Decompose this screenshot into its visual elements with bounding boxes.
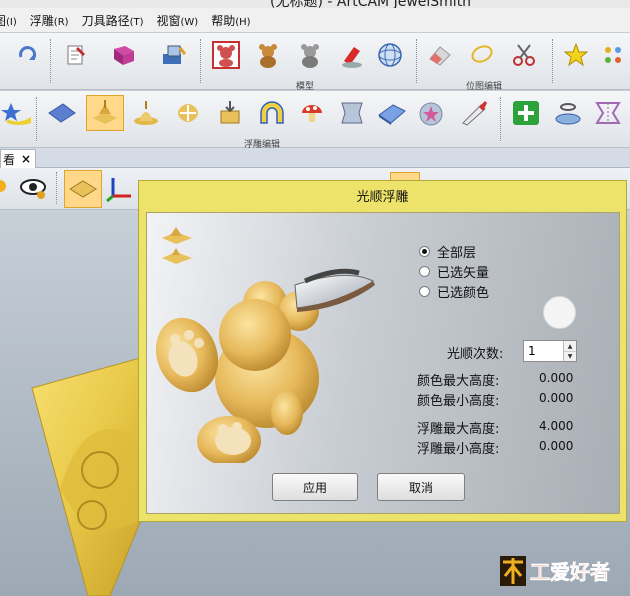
star-icon[interactable] bbox=[0, 97, 32, 129]
relief-min-height-label: 浮雕最小高度: bbox=[417, 442, 500, 457]
color-min-height-label: 颜色最小高度: bbox=[417, 394, 500, 409]
svg-text:工爱好者: 工爱好者 bbox=[530, 560, 610, 584]
option-selected-colors[interactable]: 已选颜色 bbox=[419, 282, 489, 301]
bear-gray-icon[interactable] bbox=[294, 39, 326, 71]
relief-spray-icon[interactable] bbox=[130, 97, 162, 129]
smooth-relief-icon bbox=[162, 227, 192, 264]
eraser-icon[interactable] bbox=[424, 39, 456, 71]
book-icon[interactable] bbox=[108, 39, 140, 71]
dialog-title: 光顺浮雕 bbox=[356, 189, 409, 205]
tab-label: 看 bbox=[3, 152, 16, 167]
option-selected-vectors-label: 已选矢量 bbox=[437, 266, 490, 281]
axis-icon[interactable] bbox=[104, 172, 136, 204]
relief-frame-icon[interactable] bbox=[336, 97, 368, 129]
relief-max-height-label: 浮雕最大高度: bbox=[417, 422, 500, 437]
smooth-relief-icon[interactable] bbox=[86, 95, 124, 131]
arch-icon[interactable] bbox=[256, 97, 288, 129]
option-selected-vectors[interactable]: 已选矢量 bbox=[419, 262, 489, 281]
dialog-body: 全部层 已选矢量 已选颜色 光顺次数: ▲ ▼ 颜色最大高度: 0.000 颜色… bbox=[146, 212, 620, 514]
relief-tilt-icon[interactable] bbox=[376, 97, 408, 129]
color-swatch[interactable] bbox=[543, 296, 576, 329]
plane-view-icon[interactable] bbox=[64, 170, 102, 208]
spin-down-icon[interactable]: ▼ bbox=[564, 351, 576, 361]
plane-icon[interactable] bbox=[46, 97, 78, 129]
smooth-relief-dialog: 光顺浮雕 全部层 已选矢量 已选颜色 光顺次数: 1 ▲ ▼ 颜色最大高度: 0… bbox=[138, 180, 627, 522]
smooth-count-label: 光顺次数: bbox=[447, 347, 504, 362]
toolbar-separator bbox=[50, 39, 51, 83]
option-selected-colors-label: 已选颜色 bbox=[437, 286, 490, 301]
color-max-height-label: 颜色最大高度: bbox=[417, 374, 500, 389]
toolbar-separator bbox=[200, 39, 201, 83]
redo-icon[interactable] bbox=[12, 39, 44, 71]
menu-item-relief[interactable]: 浮雕(R) bbox=[30, 12, 69, 29]
smooth-count-input[interactable] bbox=[524, 341, 564, 361]
relief-knife-icon[interactable] bbox=[458, 97, 490, 129]
lasso-icon[interactable] bbox=[466, 39, 498, 71]
tab-view[interactable]: 看 × bbox=[0, 149, 36, 168]
apply-button[interactable]: 应用 bbox=[272, 473, 358, 501]
note-icon[interactable] bbox=[60, 39, 92, 71]
pen-relief-icon[interactable] bbox=[336, 39, 368, 71]
color-max-height-value: 0.000 bbox=[539, 371, 574, 385]
bear-model-icon[interactable] bbox=[252, 39, 284, 71]
document-tab-strip: 看 × bbox=[0, 148, 630, 168]
window-title-bar: (无标题) - ArtCAM JewelSmith bbox=[0, 0, 630, 8]
dots-icon[interactable] bbox=[598, 39, 630, 71]
relief-mirror-icon[interactable] bbox=[592, 97, 624, 129]
menu-item-toolpaths[interactable]: 刀具路径(T) bbox=[82, 12, 144, 29]
toolbar-separator bbox=[416, 39, 417, 83]
option-all-layers[interactable]: 全部层 bbox=[419, 242, 476, 261]
star-disc-icon[interactable] bbox=[416, 97, 448, 129]
color-min-height-value: 0.000 bbox=[539, 391, 574, 405]
teddy-bear-iron-icon bbox=[155, 268, 375, 463]
mushroom-icon[interactable] bbox=[296, 97, 328, 129]
cancel-button[interactable]: 取消 bbox=[377, 473, 465, 501]
main-toolbar: 模型 位图编辑 bbox=[0, 32, 630, 92]
radio-selected-colors[interactable] bbox=[419, 286, 430, 297]
relief-rotate-icon[interactable] bbox=[552, 97, 584, 129]
relief-toolbar: 浮雕编辑 bbox=[0, 90, 630, 150]
toolbar-separator bbox=[500, 97, 501, 141]
menu-item-image[interactable]: 图(I) bbox=[0, 12, 17, 29]
view-dot-icon[interactable] bbox=[0, 180, 6, 192]
import-icon[interactable] bbox=[157, 39, 189, 71]
radio-selected-vectors[interactable] bbox=[419, 266, 430, 277]
toolbar-separator bbox=[56, 172, 57, 204]
menu-item-window[interactable]: 视窗(W) bbox=[157, 12, 199, 29]
add-relief-icon[interactable] bbox=[510, 97, 542, 129]
window-title: (无标题) - ArtCAM JewelSmith bbox=[270, 0, 472, 8]
menu-item-help[interactable]: 帮助(H) bbox=[211, 12, 250, 29]
scissors-icon[interactable] bbox=[508, 39, 540, 71]
relief-move-icon[interactable] bbox=[172, 97, 204, 129]
watermark-logo: 工爱好者 bbox=[500, 552, 622, 592]
relief-offset-icon[interactable] bbox=[214, 97, 246, 129]
toolbar-separator bbox=[36, 97, 37, 141]
wand-icon[interactable] bbox=[560, 39, 592, 71]
sphere-mesh-icon[interactable] bbox=[374, 39, 406, 71]
eye-icon[interactable] bbox=[18, 172, 50, 204]
bear-bitmap-icon[interactable] bbox=[210, 39, 242, 71]
radio-all-layers[interactable] bbox=[419, 246, 430, 257]
toolbar-separator bbox=[552, 39, 553, 83]
menu-bar: 图(I) 浮雕(R) 刀具路径(T) 视窗(W) 帮助(H) bbox=[0, 8, 630, 32]
relief-max-height-value: 4.000 bbox=[539, 419, 574, 433]
close-icon[interactable]: × bbox=[21, 152, 31, 166]
relief-min-height-value: 0.000 bbox=[539, 439, 574, 453]
spin-up-icon[interactable]: ▲ bbox=[564, 341, 576, 351]
smooth-count-stepper[interactable]: ▲ ▼ bbox=[523, 340, 577, 362]
option-all-layers-label: 全部层 bbox=[437, 246, 477, 261]
